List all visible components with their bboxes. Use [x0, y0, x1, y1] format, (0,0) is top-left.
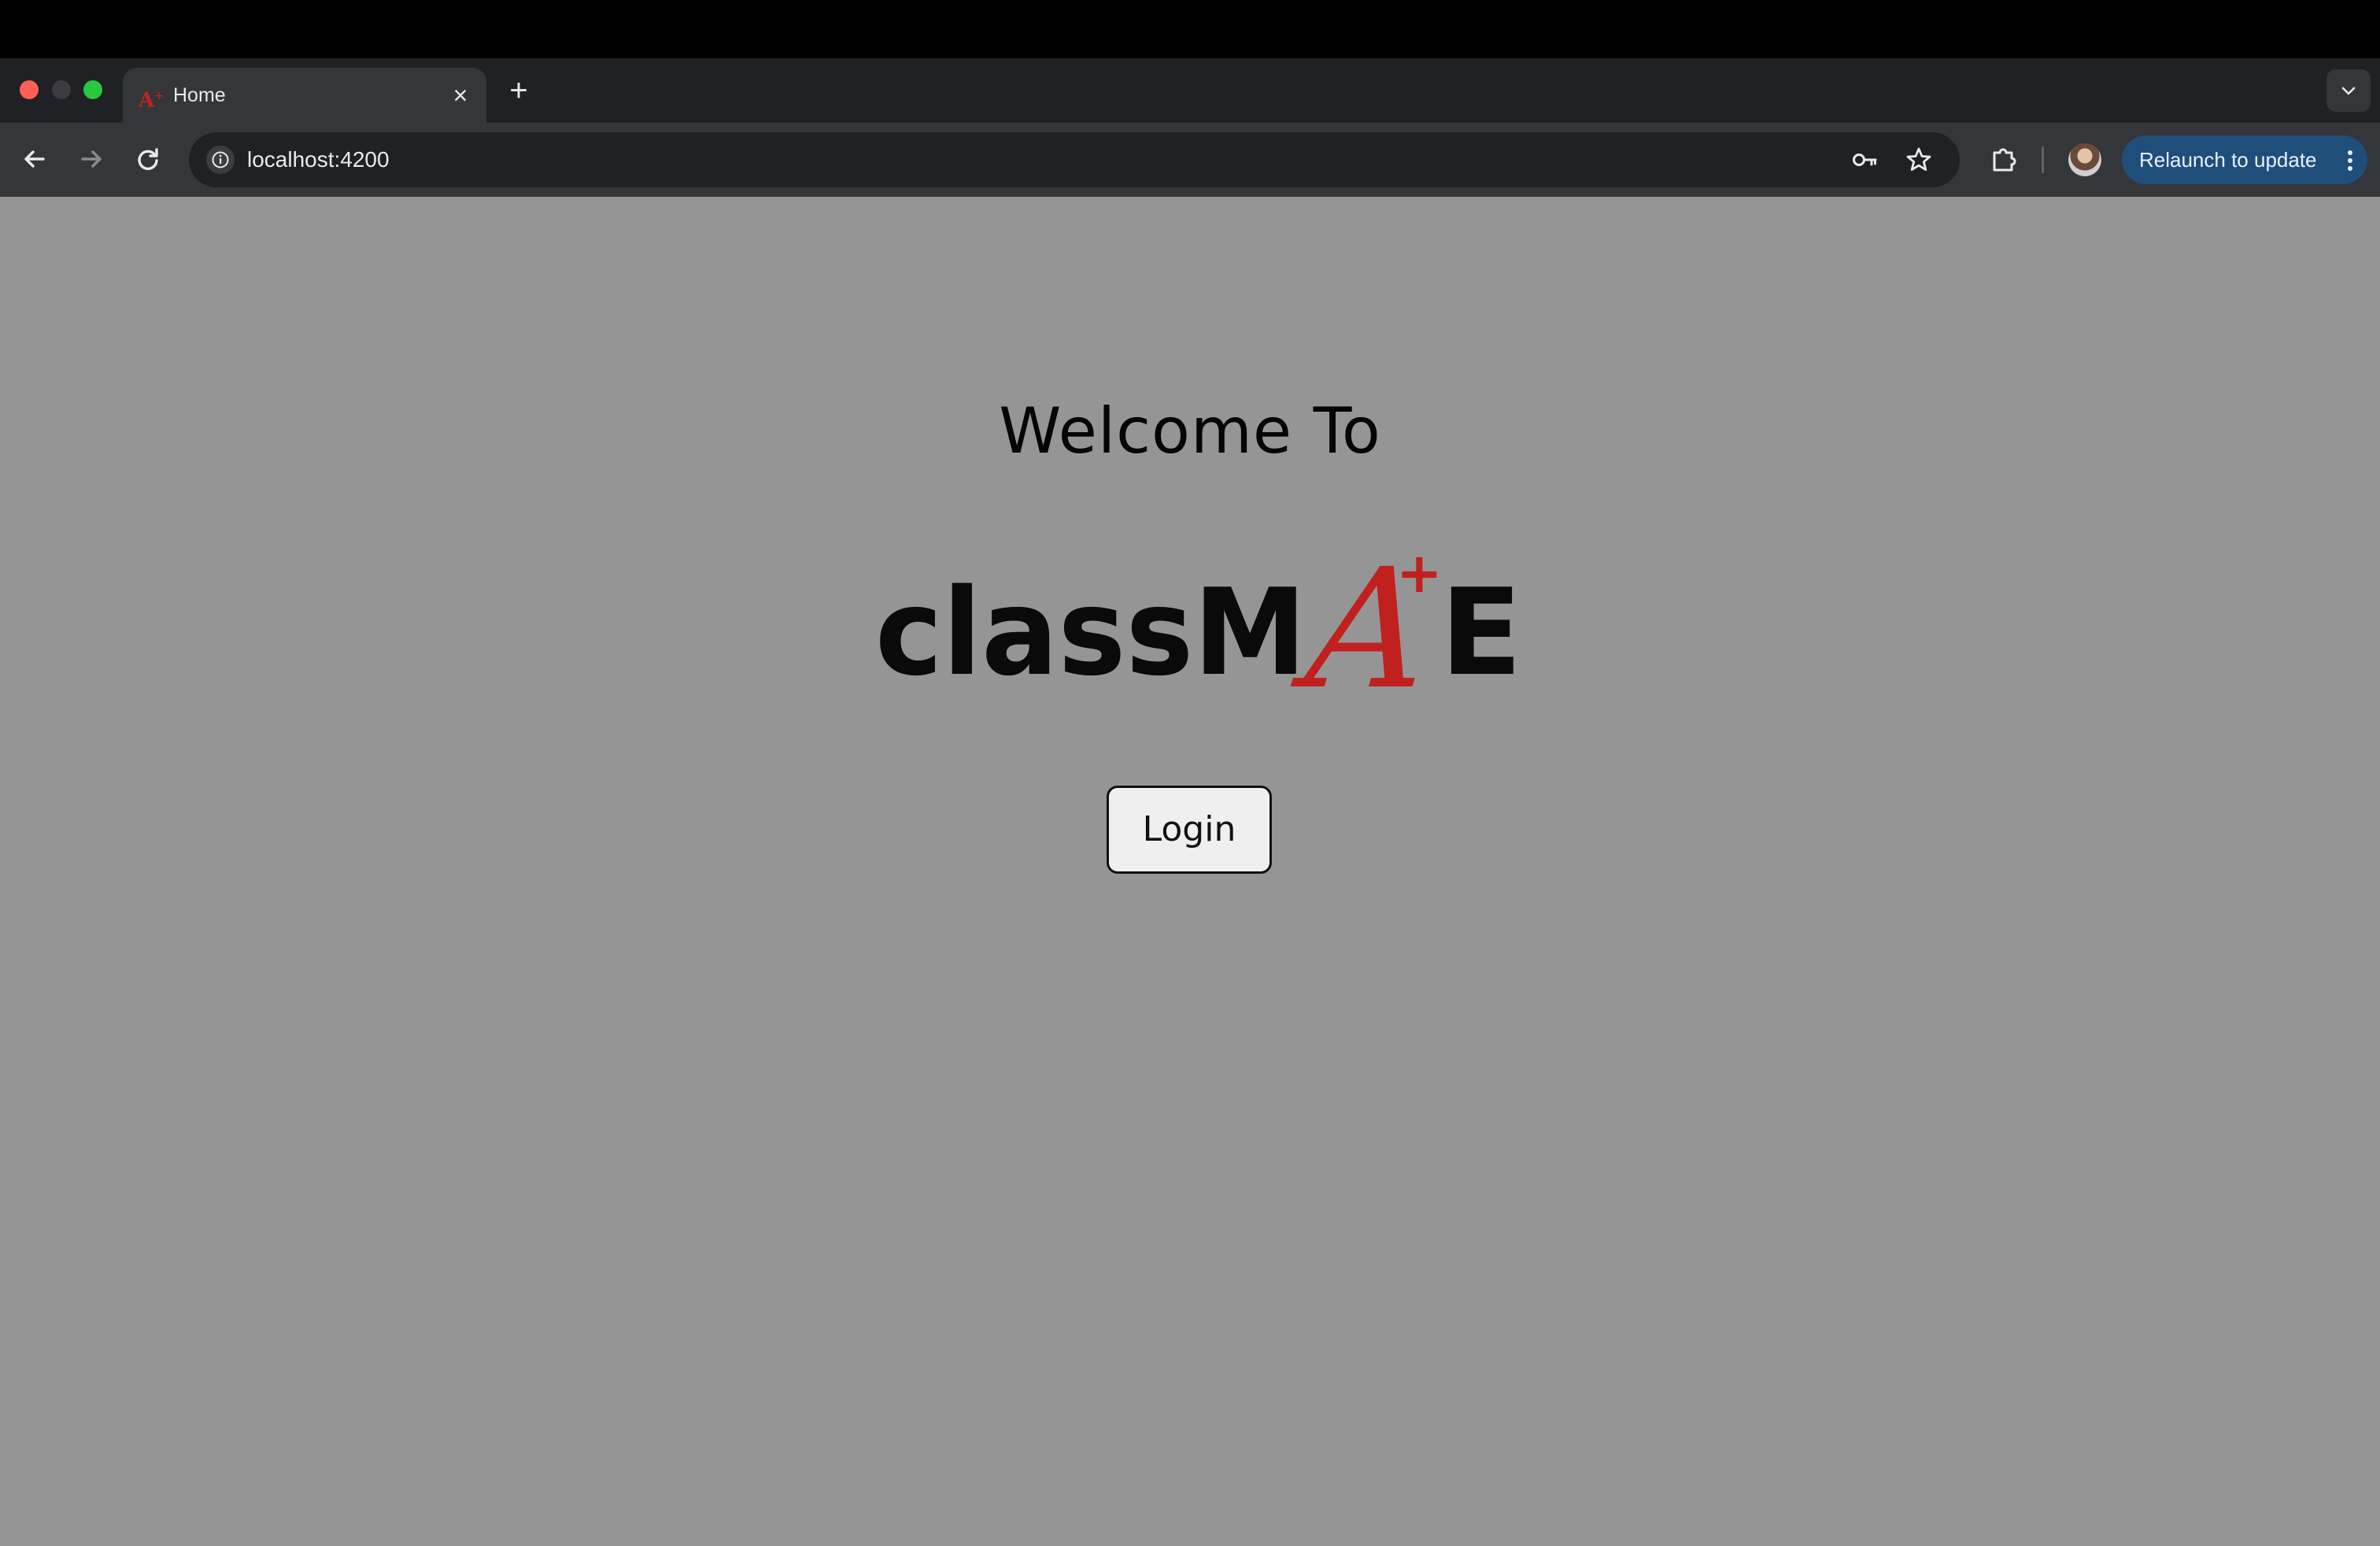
address-bar[interactable]: localhost:4200: [189, 132, 1960, 187]
tab-home[interactable]: A+ Home ×: [123, 68, 486, 124]
classmate-logo: classM A + E: [875, 534, 1522, 708]
password-key-button[interactable]: [1851, 146, 1879, 174]
forward-button[interactable]: [74, 142, 109, 176]
bookmark-button[interactable]: [1905, 146, 1933, 174]
logo-wordmark-plus: +: [1396, 541, 1443, 605]
forward-arrow-icon: [81, 150, 102, 168]
more-vertical-icon[interactable]: [2345, 146, 2355, 175]
relaunch-to-update-button[interactable]: Relaunch to update: [2122, 135, 2367, 184]
toolbar-divider: [2042, 146, 2044, 173]
back-arrow-icon: [24, 150, 45, 168]
puzzle-icon: [1993, 148, 2016, 172]
key-icon: [1853, 153, 1877, 166]
avatar[interactable]: [2068, 143, 2101, 176]
reload-button[interactable]: [131, 142, 165, 176]
extensions-button[interactable]: [1988, 143, 2020, 175]
window-zoom-button[interactable]: [83, 80, 102, 99]
logo-wordmark-e: E: [1440, 563, 1522, 702]
tab-title: Home: [173, 84, 226, 106]
reload-icon: [138, 148, 158, 171]
new-tab-button[interactable]: +: [502, 74, 535, 107]
login-button[interactable]: Login: [1107, 786, 1272, 874]
welcome-heading: Welcome To: [999, 394, 1381, 468]
tab-search-button[interactable]: [2326, 69, 2371, 112]
url-text[interactable]: localhost:4200: [247, 146, 390, 174]
info-icon: [212, 151, 229, 168]
relaunch-label: Relaunch to update: [2139, 148, 2317, 172]
screen: A+ Home × + localhost:4200 Relaunch to u…: [0, 0, 2380, 1546]
back-button[interactable]: [17, 142, 52, 176]
window-minimize-button[interactable]: [52, 80, 71, 99]
system-menu-bar: [0, 0, 2380, 58]
classmate-favicon-icon: A+: [139, 88, 164, 113]
site-info-button[interactable]: [206, 146, 235, 174]
logo-wordmark-classm: classM: [875, 563, 1306, 702]
window-close-button[interactable]: [20, 80, 39, 99]
tab-close-icon[interactable]: ×: [445, 80, 475, 110]
chevron-down-icon: [2341, 87, 2356, 95]
star-icon: [1906, 147, 1931, 171]
